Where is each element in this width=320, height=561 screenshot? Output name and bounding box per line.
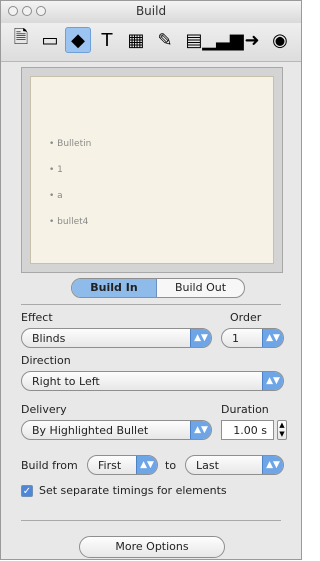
direction-popup[interactable]: Right to Left ▲▼	[21, 371, 284, 391]
effect-label: Effect	[21, 311, 53, 324]
preview-bullet: • bullet4	[49, 217, 89, 227]
chart-inspector-icon[interactable]: ▁▃▆	[202, 27, 244, 53]
delivery-label: Delivery	[21, 403, 67, 416]
separate-timings-checkbox[interactable]: ✓	[21, 485, 33, 497]
more-options-button[interactable]: More Options	[79, 536, 225, 558]
build-inspector-icon[interactable]: ◆	[65, 27, 91, 53]
order-value: 1	[232, 332, 239, 345]
delivery-popup[interactable]: By Highlighted Bullet ▲▼	[21, 420, 212, 440]
chevron-up-down-icon: ▲▼	[262, 329, 283, 347]
chevron-up-down-icon: ▲▼	[190, 329, 211, 347]
build-mode-segmented-control: Build In Build Out	[71, 278, 245, 298]
effect-value: Blinds	[32, 332, 66, 345]
chevron-up-down-icon: ▲▼	[262, 456, 283, 474]
divider	[21, 520, 281, 521]
build-out-tab[interactable]: Build Out	[157, 279, 244, 297]
build-to-value: Last	[196, 459, 219, 472]
inspector-toolbar: 🗎 ▭ ◆ T ▦ ✎ ▤ ▁▃▆ ➜ ◉	[1, 23, 301, 62]
build-to-popup[interactable]: Last ▲▼	[185, 455, 284, 475]
duration-stepper[interactable]: ▲ ▼	[277, 420, 287, 440]
chevron-up-down-icon: ▲▼	[190, 421, 211, 439]
build-from-label: Build from	[21, 459, 78, 472]
metrics-inspector-icon[interactable]: ✎	[152, 27, 178, 53]
order-popup[interactable]: 1 ▲▼	[221, 328, 284, 348]
build-from-popup[interactable]: First ▲▼	[87, 455, 158, 475]
quicktime-inspector-icon[interactable]: ◉	[267, 27, 293, 53]
build-from-value: First	[98, 459, 122, 472]
duration-value: 1.00 s	[233, 424, 267, 437]
duration-label: Duration	[221, 403, 269, 416]
title-bar: Build	[1, 1, 301, 24]
text-inspector-icon[interactable]: T	[94, 27, 120, 53]
chevron-up-down-icon: ▲▼	[136, 456, 157, 474]
preview-bullet: • 1	[49, 165, 63, 175]
build-panel: • Bulletin • 1 • a • bullet4 Build In Bu…	[1, 61, 301, 561]
document-inspector-icon[interactable]: 🗎	[8, 27, 34, 53]
delivery-value: By Highlighted Bullet	[32, 424, 149, 437]
direction-value: Right to Left	[32, 375, 100, 388]
divider	[21, 304, 281, 305]
direction-label: Direction	[21, 354, 71, 367]
duration-field[interactable]: 1.00 s	[221, 420, 274, 440]
slide-preview-frame: • Bulletin • 1 • a • bullet4	[21, 67, 283, 273]
slide-preview: • Bulletin • 1 • a • bullet4	[30, 76, 274, 264]
graphic-inspector-icon[interactable]: ▦	[123, 27, 149, 53]
hyperlink-inspector-icon[interactable]: ➜	[239, 27, 265, 53]
chevron-up-down-icon: ▲▼	[262, 372, 283, 390]
build-inspector-window: Build 🗎 ▭ ◆ T ▦ ✎ ▤ ▁▃▆ ➜ ◉ • Bulletin •…	[0, 0, 302, 560]
to-label: to	[165, 459, 177, 472]
build-in-tab[interactable]: Build In	[72, 279, 157, 297]
effect-popup[interactable]: Blinds ▲▼	[21, 328, 212, 348]
preview-bullet: • a	[49, 191, 63, 201]
slide-inspector-icon[interactable]: ▭	[37, 27, 63, 53]
window-title: Build	[135, 4, 167, 18]
preview-bullet: • Bulletin	[49, 139, 92, 149]
order-label: Order	[230, 311, 262, 324]
separate-timings-label: Set separate timings for elements	[39, 484, 227, 497]
